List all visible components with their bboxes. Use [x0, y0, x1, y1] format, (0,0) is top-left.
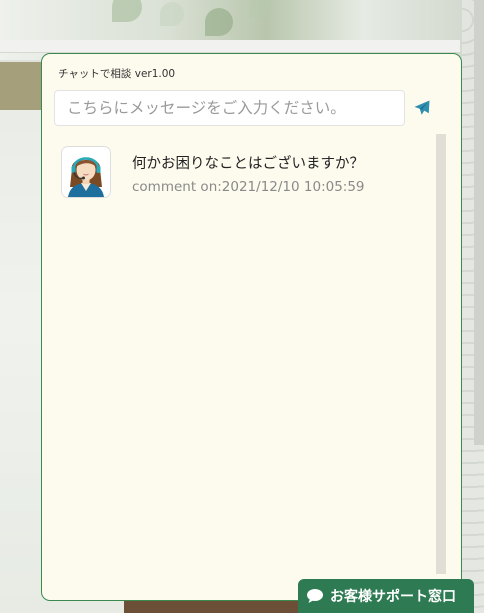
chat-panel: チャットで相談 ver1.00 こちらにメッセージをご入力ください。 何かお困り…	[41, 53, 462, 601]
message-input[interactable]	[54, 90, 405, 126]
chat-title: チャットで相談 ver1.00	[58, 68, 176, 80]
message-timestamp: comment on:2021/12/10 10:05:59	[132, 179, 365, 195]
chat-scrollbar[interactable]	[436, 134, 446, 574]
support-window-label: お客様サポート窓口	[330, 589, 456, 605]
speech-bubble-icon	[307, 589, 323, 603]
background-footer-block	[124, 600, 304, 613]
page-scrollbar[interactable]	[474, 0, 484, 445]
background-block	[0, 62, 42, 110]
leaf-decoration	[160, 2, 184, 26]
message-text: 何かお困りなことはございますか？	[132, 156, 364, 172]
message-list: 何かお困りなことはございますか？ comment on:2021/12/10 1…	[54, 134, 434, 574]
operator-avatar-icon	[62, 147, 110, 197]
paper-plane-icon	[414, 100, 430, 115]
send-button[interactable]	[408, 94, 436, 122]
background-nav-bar	[0, 40, 460, 53]
leaf-decoration	[205, 8, 233, 36]
message-item: 何かお困りなことはございますか？ comment on:2021/12/10 1…	[62, 147, 422, 207]
support-window-button[interactable]: お客様サポート窓口	[298, 579, 474, 613]
